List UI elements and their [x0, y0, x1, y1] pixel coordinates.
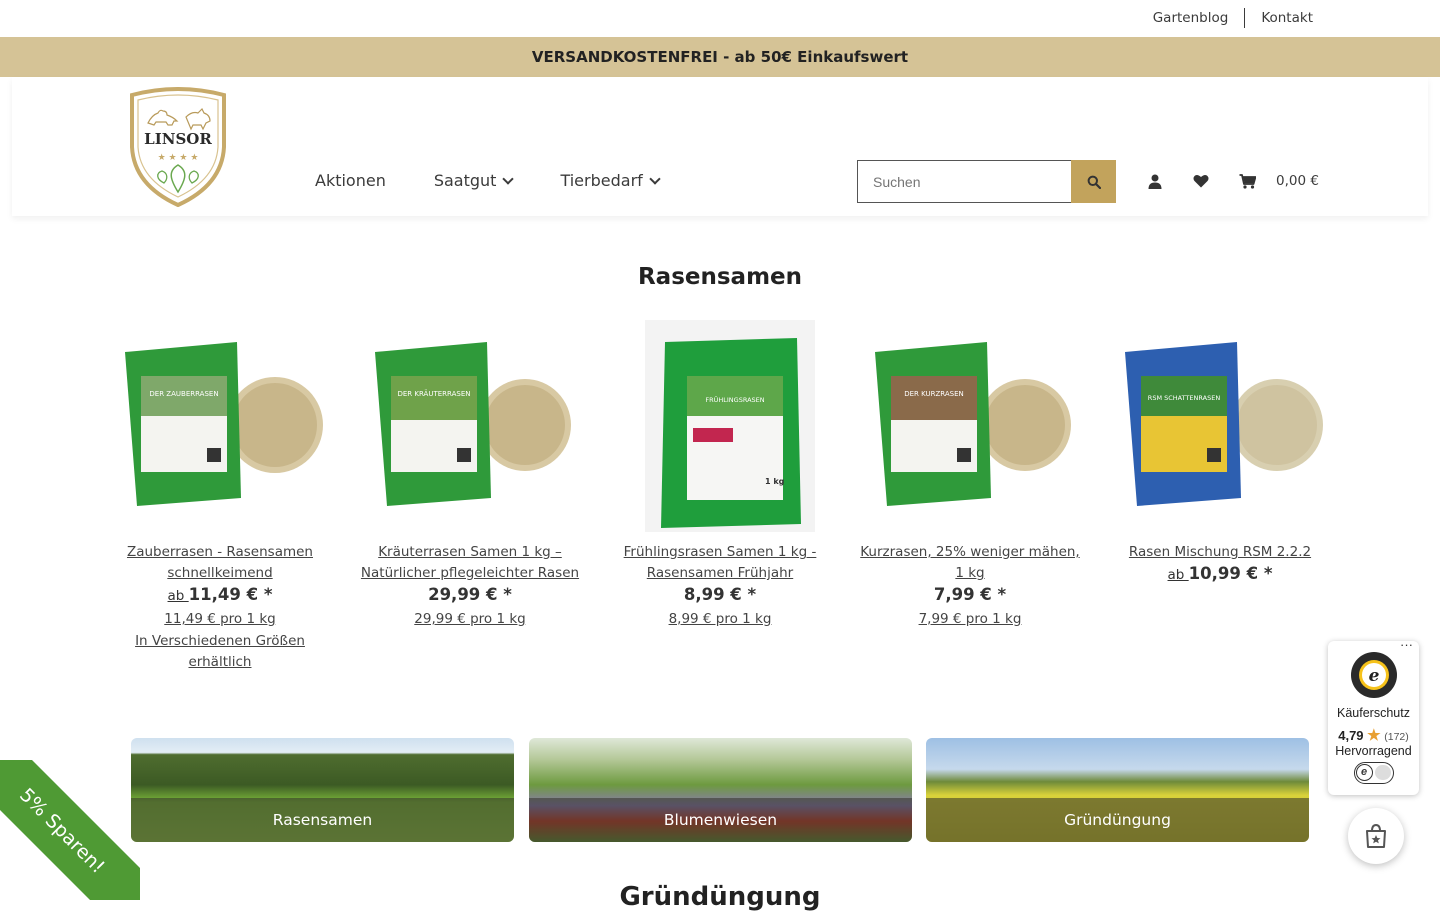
shipping-banner: VERSANDKOSTENFREI - ab 50€ Einkaufswert [0, 37, 1440, 77]
search-button[interactable] [1071, 160, 1116, 203]
nav-label: Saatgut [433, 171, 497, 190]
svg-text:e: e [1368, 666, 1379, 686]
price-value: 29,99 € * [428, 585, 512, 604]
price-value: 7,99 € * [933, 585, 1007, 604]
rating-score: 4,79 [1338, 728, 1364, 743]
bag-label: DER KRÄUTERRASEN [397, 389, 470, 398]
product-name[interactable]: Zauberrasen - Rasensamen schnellkeimend [105, 542, 335, 584]
top-links: Gartenblog Kontakt [1137, 8, 1313, 28]
product-image[interactable]: DER KURZRASEN [865, 320, 1075, 532]
nav-aktionen[interactable]: Aktionen [315, 171, 386, 190]
linsor-logo[interactable]: LINSOR ★ ★ ★ ★ [126, 87, 230, 207]
more-icon[interactable]: ··· [1400, 637, 1413, 652]
nav-label: Aktionen [315, 171, 386, 190]
kontakt-link[interactable]: Kontakt [1245, 10, 1313, 26]
svg-text:1 kg: 1 kg [765, 477, 785, 486]
shopping-bag-icon [1366, 823, 1386, 848]
category-rasensamen[interactable]: Rasensamen [131, 738, 514, 842]
sale-ribbon[interactable]: 5% Sparen! [0, 760, 140, 900]
chevron-down-icon [649, 172, 661, 185]
product-image[interactable]: RSM SCHATTENRASEN [1115, 320, 1325, 532]
category-gruenduengung[interactable]: Gründüngung [926, 738, 1309, 842]
user-icon [1148, 174, 1162, 189]
bag-label: DER ZAUBERRASEN [149, 390, 218, 398]
wishlist-button[interactable] [1193, 173, 1209, 189]
base-price[interactable]: 8,99 € pro 1 kg [605, 607, 835, 631]
product-note[interactable]: In Verschiedenen Größen erhältlich [105, 631, 335, 673]
section-title: Rasensamen [637, 264, 803, 290]
shopping-bag-widget[interactable] [1348, 808, 1404, 864]
heart-icon [1193, 174, 1209, 188]
price-prefix: ab [1167, 567, 1189, 583]
base-price[interactable]: 7,99 € pro 1 kg [855, 607, 1085, 631]
cart-icon [1239, 173, 1256, 189]
gartenblog-link[interactable]: Gartenblog [1137, 10, 1245, 26]
star-icon: ★ [1367, 727, 1381, 744]
product-image[interactable]: DER KRÄUTERRASEN [365, 320, 575, 532]
rating-count: (172) [1384, 731, 1409, 743]
product-name[interactable]: Rasen Mischung RSM 2.2.2 [1105, 542, 1335, 563]
header-icons: 0,00 € [1147, 173, 1319, 189]
logo-text: LINSOR [144, 130, 212, 148]
product-price: 29,99 € * [355, 584, 585, 607]
product-name[interactable]: Kräuterrasen Samen 1 kg – Natürlicher pf… [355, 542, 585, 584]
bag-label: FRÜHLINGSRASEN [705, 395, 764, 404]
header: LINSOR ★ ★ ★ ★ Aktionen Saatgut Tierbeda… [12, 77, 1428, 216]
rating-label: Hervorragend [1335, 744, 1412, 758]
product-image[interactable]: FRÜHLINGSRASEN 1 kg [615, 320, 825, 532]
category-blumenwiesen[interactable]: Blumenwiesen [529, 738, 912, 842]
sale-ribbon-text: 5% Sparen! [0, 760, 140, 900]
top-bar: Gartenblog Kontakt [0, 0, 1440, 37]
trusted-shops-badge[interactable]: ··· e Käuferschutz 4,79 ★ (172) Hervorra… [1328, 637, 1419, 795]
base-price[interactable]: 11,49 € pro 1 kg [105, 607, 335, 631]
price-prefix: ab [167, 588, 189, 604]
toggle-track [1374, 765, 1391, 780]
search-icon [1087, 175, 1101, 189]
base-price[interactable]: 29,99 € pro 1 kg [355, 607, 585, 631]
category-label: Rasensamen [131, 798, 514, 842]
nav-label: Tierbedarf [560, 171, 643, 190]
price-value: 10,99 € * [1188, 564, 1273, 583]
product-price: ab 10,99 € * [1105, 563, 1335, 586]
rating: 4,79 ★ (172) [1328, 726, 1419, 744]
nav-saatgut[interactable]: Saatgut [433, 171, 515, 190]
protection-label: Käuferschutz [1337, 706, 1410, 720]
svg-text:★ ★ ★ ★: ★ ★ ★ ★ [158, 153, 199, 163]
trusted-shops-toggle[interactable]: e [1353, 762, 1394, 784]
cart-total: 0,00 € [1276, 173, 1319, 189]
product-name[interactable]: Frühlingsrasen Samen 1 kg - Rasensamen F… [605, 542, 835, 584]
bag-label: DER KURZRASEN [904, 390, 964, 398]
nav-tierbedarf[interactable]: Tierbedarf [560, 171, 661, 190]
product-price: 7,99 € * [855, 584, 1085, 607]
product-image[interactable]: DER ZAUBERRASEN [115, 320, 325, 532]
price-value: 8,99 € * [683, 585, 757, 604]
product-price: 8,99 € * [605, 584, 835, 607]
trusted-shops-seal-icon: e [1350, 652, 1397, 698]
bottom-section-title: Gründüngung [619, 882, 821, 912]
e-icon: e [1355, 764, 1373, 781]
product-card[interactable]: FRÜHLINGSRASEN 1 kg Frühlingsrasen Samen… [605, 320, 835, 631]
search-bar [857, 160, 1116, 203]
search-input[interactable] [857, 160, 1071, 203]
product-card[interactable]: DER KURZRASEN Kurzrasen, 25% weniger mäh… [855, 320, 1085, 631]
product-price: ab 11,49 € * [105, 584, 335, 607]
category-label: Blumenwiesen [529, 798, 912, 842]
product-name[interactable]: Kurzrasen, 25% weniger mähen, 1 kg [855, 542, 1085, 584]
price-value: 11,49 € * [188, 585, 273, 604]
cart-button[interactable]: 0,00 € [1239, 173, 1319, 189]
main-nav: Aktionen Saatgut Tierbedarf [315, 171, 707, 190]
product-card[interactable]: RSM SCHATTENRASEN Rasen Mischung RSM 2.2… [1105, 320, 1335, 586]
product-card[interactable]: DER ZAUBERRASEN Zauberrasen - Rasensamen… [105, 320, 335, 673]
chevron-down-icon [502, 172, 515, 185]
category-label: Gründüngung [926, 798, 1309, 842]
bag-label: RSM SCHATTENRASEN [1148, 394, 1221, 402]
account-button[interactable] [1147, 173, 1163, 189]
product-card[interactable]: DER KRÄUTERRASEN Kräuterrasen Samen 1 kg… [355, 320, 585, 631]
